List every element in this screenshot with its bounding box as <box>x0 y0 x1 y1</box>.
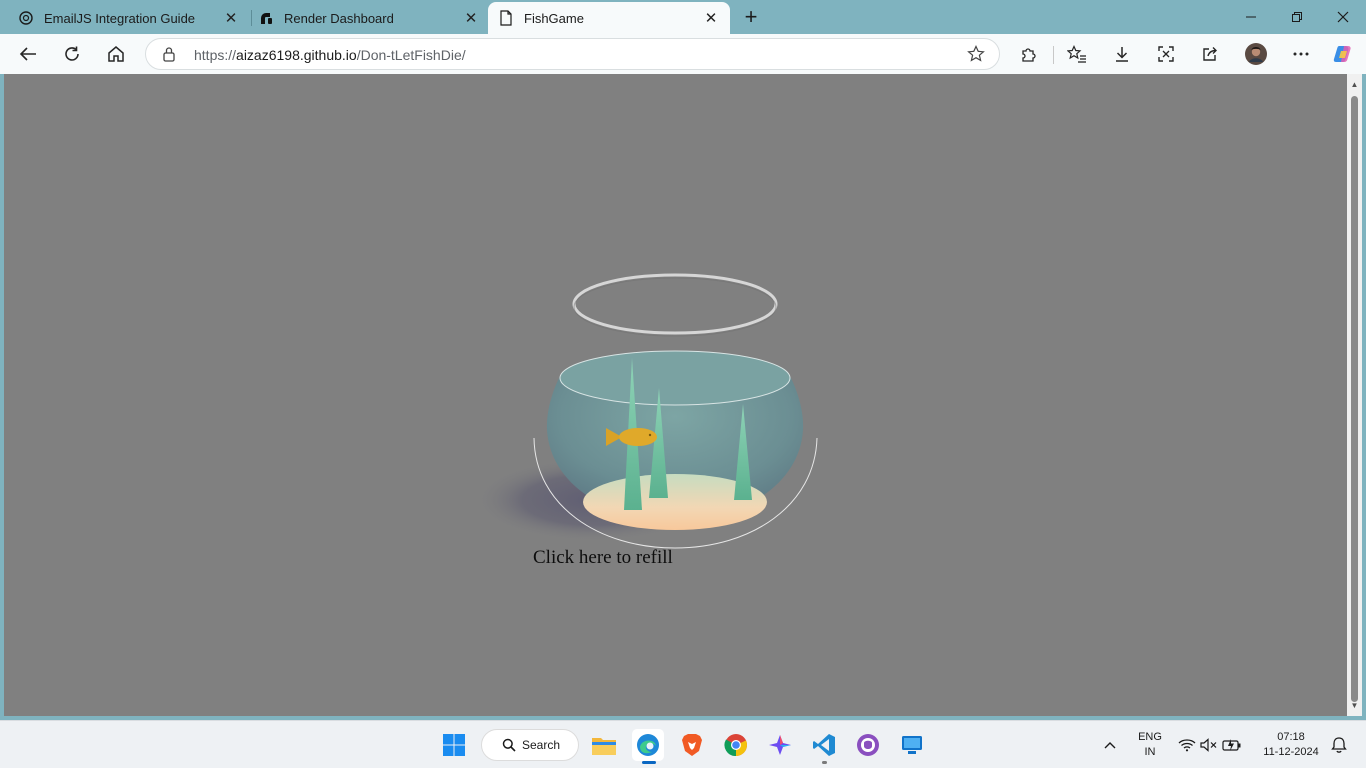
battery-charging-icon <box>1222 739 1241 751</box>
favorites-list-icon <box>1067 45 1086 63</box>
close-icon <box>1337 11 1349 23</box>
chrome-browser-icon[interactable] <box>720 729 752 761</box>
tab-render-dashboard[interactable]: Render Dashboard ✕ <box>248 2 490 34</box>
running-app-indicator <box>822 761 827 764</box>
page-icon <box>498 10 514 26</box>
region-code: IN <box>1144 746 1156 758</box>
brave-browser-icon[interactable] <box>676 729 708 761</box>
minimize-button[interactable] <box>1228 0 1274 34</box>
water-surface <box>559 350 791 406</box>
search-label: Search <box>522 738 561 752</box>
restore-button[interactable] <box>1274 0 1320 34</box>
restore-icon <box>1292 12 1302 22</box>
address-bar[interactable]: https://aizaz6198.github.io/Don-tLetFish… <box>145 38 1000 70</box>
browser-toolbar: https://aizaz6198.github.io/Don-tLetFish… <box>0 34 1366 74</box>
openai-icon <box>18 10 34 26</box>
home-icon <box>108 46 124 62</box>
favorite-star-icon[interactable] <box>967 45 985 68</box>
minimize-icon <box>1246 16 1256 18</box>
start-button[interactable] <box>438 729 470 761</box>
windows-taskbar: Search ENG IN 07:18 11-12-2024 <box>0 720 1366 768</box>
wifi-icon <box>1178 739 1196 752</box>
volume-muted-icon <box>1200 738 1217 752</box>
search-icon <box>502 738 516 752</box>
refill-button[interactable]: Click here to refill <box>533 547 673 569</box>
back-arrow-icon <box>19 47 36 61</box>
favorites-button[interactable] <box>1062 40 1092 68</box>
notification-bell-icon <box>1331 737 1347 753</box>
show-hidden-icons-button[interactable] <box>1096 729 1124 761</box>
scroll-thumb[interactable] <box>1351 96 1358 702</box>
download-icon <box>1116 47 1128 62</box>
vscode-icon[interactable] <box>808 729 840 761</box>
copilot-icon <box>1333 46 1351 62</box>
refresh-button[interactable] <box>57 40 87 68</box>
web-capture-icon <box>1158 46 1174 62</box>
tab-title: Render Dashboard <box>284 10 394 26</box>
screenshot-button[interactable] <box>1151 40 1181 68</box>
language-indicator[interactable]: ENG IN <box>1134 730 1166 760</box>
more-dots-icon <box>1293 52 1309 56</box>
tab-title: EmailJS Integration Guide <box>44 10 196 26</box>
taskbar-search[interactable]: Search <box>481 729 579 761</box>
edge-browser-icon[interactable] <box>632 729 664 761</box>
refresh-icon <box>65 46 79 61</box>
share-button[interactable] <box>1195 40 1225 68</box>
clock-time: 07:18 <box>1277 731 1305 743</box>
close-tab-icon[interactable]: ✕ <box>702 9 720 27</box>
remote-desktop-icon[interactable] <box>896 729 928 761</box>
close-tab-icon[interactable]: ✕ <box>222 9 240 27</box>
puzzle-icon <box>1022 48 1036 62</box>
page-scrollbar[interactable]: ▲ ▼ <box>1347 74 1362 716</box>
downloads-button[interactable] <box>1107 40 1137 68</box>
lock-icon[interactable] <box>162 46 176 67</box>
app-icon-starry[interactable] <box>764 729 796 761</box>
page-viewport: Click here to refill <box>4 74 1347 716</box>
scroll-up-arrow-icon[interactable]: ▲ <box>1350 80 1359 89</box>
tab-title: FishGame <box>524 10 584 26</box>
toolbar-divider <box>1053 46 1054 64</box>
home-button[interactable] <box>101 40 131 68</box>
url-text[interactable]: https://aizaz6198.github.io/Don-tLetFish… <box>194 47 466 63</box>
tab-strip: EmailJS Integration Guide ✕ Render Dashb… <box>0 0 1366 34</box>
clock[interactable]: 07:18 11-12-2024 <box>1254 730 1328 760</box>
new-tab-button[interactable]: + <box>738 5 764 31</box>
chevron-up-icon <box>1104 742 1116 749</box>
notifications-button[interactable] <box>1328 729 1350 761</box>
profile-button[interactable] <box>1241 40 1271 68</box>
back-button[interactable] <box>13 40 43 68</box>
share-icon <box>1203 47 1217 61</box>
language-code: ENG <box>1138 731 1162 743</box>
github-desktop-icon[interactable] <box>852 729 884 761</box>
scroll-down-arrow-icon[interactable]: ▼ <box>1350 701 1359 710</box>
tab-emailjs-guide[interactable]: EmailJS Integration Guide ✕ <box>8 2 250 34</box>
extensions-button[interactable] <box>1014 40 1044 68</box>
fishbowl-scene <box>474 273 818 549</box>
active-app-indicator <box>642 761 656 764</box>
close-window-button[interactable] <box>1320 0 1366 34</box>
close-tab-icon[interactable]: ✕ <box>462 9 480 27</box>
render-icon <box>258 10 274 26</box>
bowl-rim <box>572 273 778 335</box>
copilot-button[interactable] <box>1328 40 1358 68</box>
window-edge <box>1362 74 1366 716</box>
file-explorer-icon[interactable] <box>588 729 620 761</box>
tab-fishgame[interactable]: FishGame ✕ <box>488 2 730 34</box>
system-tray-status[interactable] <box>1176 729 1244 761</box>
more-menu-button[interactable] <box>1286 40 1316 68</box>
windows-logo-icon <box>443 734 465 756</box>
clock-date: 11-12-2024 <box>1263 746 1319 758</box>
avatar <box>1245 43 1267 65</box>
